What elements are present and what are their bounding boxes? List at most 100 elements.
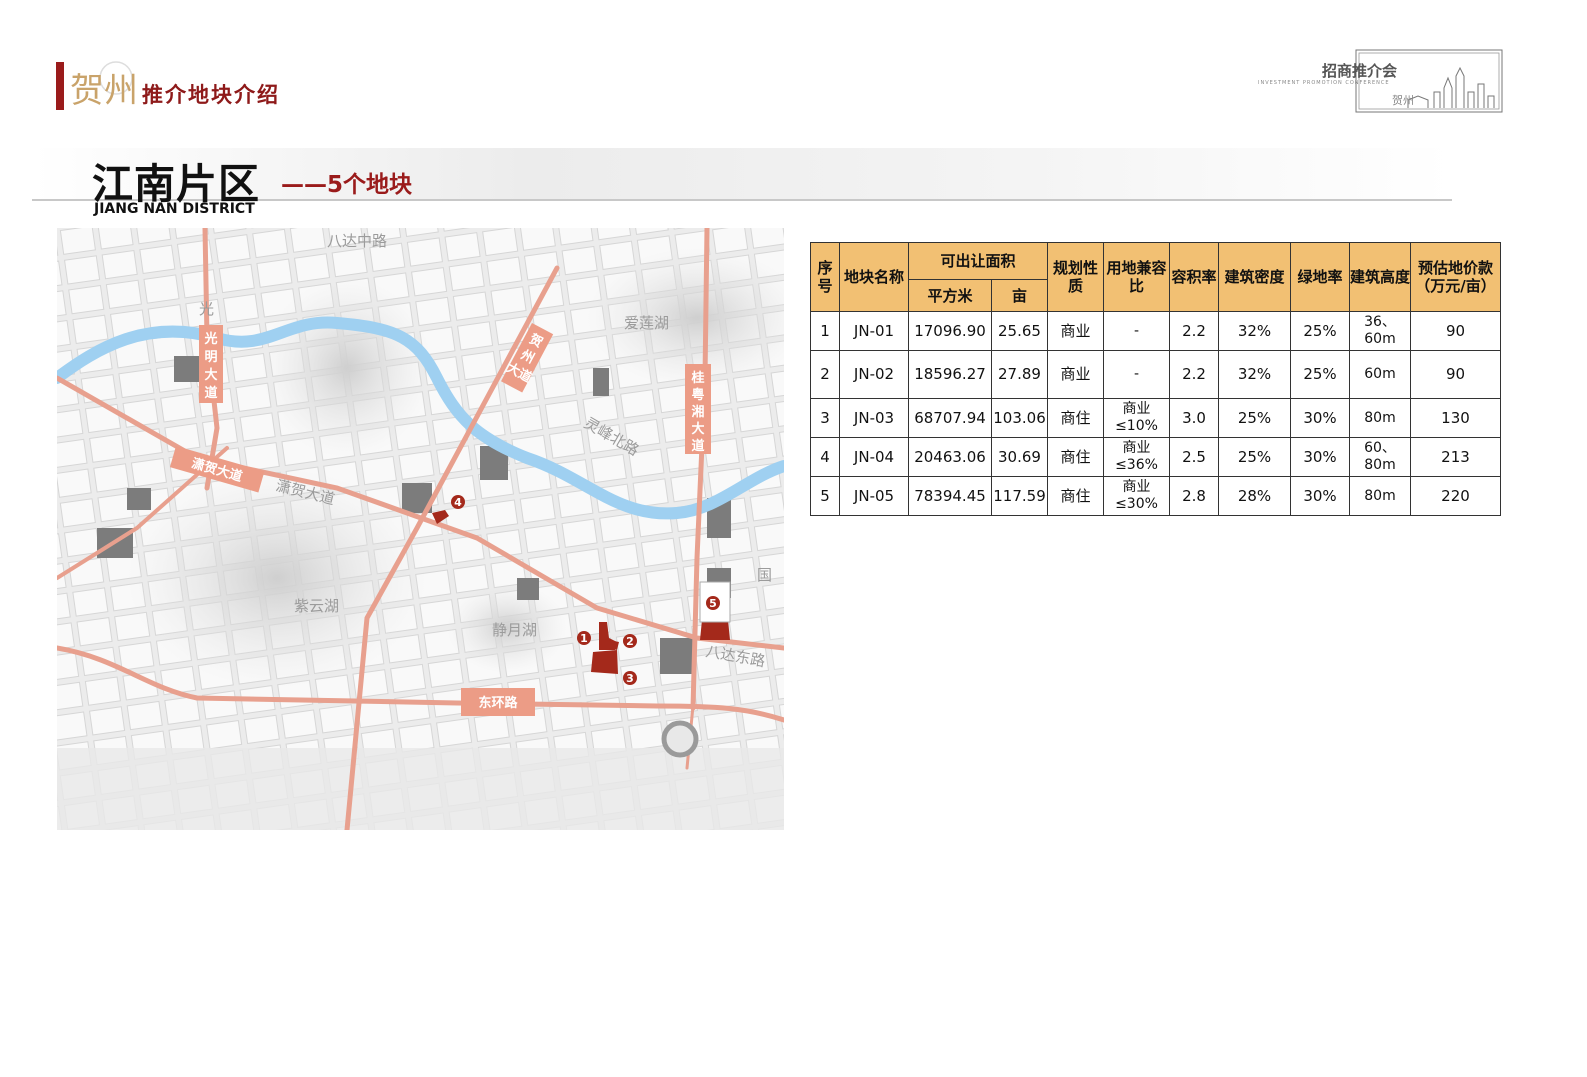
table-row: 5 JN-05 78394.45 117.59 商住 商业≤30% 2.8 28… xyxy=(810,476,1501,516)
hill-southwest xyxy=(127,468,427,688)
section-title-en: JIANG NAN DISTRICT xyxy=(94,201,255,217)
cell-green: 30% xyxy=(1290,398,1350,438)
svg-text:4: 4 xyxy=(454,496,462,509)
cell-height: 60、80m xyxy=(1349,437,1411,477)
cell-price: 213 xyxy=(1410,437,1501,477)
hill-central xyxy=(262,278,432,458)
cell-mixed: 商业≤30% xyxy=(1103,476,1170,516)
cell-use: 商住 xyxy=(1047,398,1104,438)
plot-marker-4: 4 xyxy=(451,495,465,509)
cell-green: 30% xyxy=(1290,437,1350,477)
cell-name: JN-04 xyxy=(839,437,909,477)
corner-subtitle: INVESTMENT PROMOTION CONFERENCE xyxy=(1258,80,1390,86)
cell-sqm: 68707.94 xyxy=(908,398,992,438)
label-bada-middle: 八达中路 xyxy=(327,232,387,250)
cell-use: 商业 xyxy=(1047,311,1104,351)
cell-sqm: 20463.06 xyxy=(908,437,992,477)
dark-block xyxy=(127,488,151,510)
dark-block xyxy=(174,356,200,382)
cell-index: 4 xyxy=(810,437,840,477)
cell-name: JN-03 xyxy=(839,398,909,438)
plot-jn05 xyxy=(700,620,730,640)
cell-height: 80m xyxy=(1349,398,1411,438)
table-row: 1 JN-01 17096.90 25.65 商业 - 2.2 32% 25% … xyxy=(810,311,1501,351)
cell-far: 2.2 xyxy=(1169,311,1219,351)
plot-marker-3: 3 xyxy=(623,671,637,685)
label-guo: 国 xyxy=(757,566,772,584)
cell-mixed: - xyxy=(1103,311,1170,351)
dark-block xyxy=(517,578,539,600)
cell-index: 5 xyxy=(810,476,840,516)
brand-caption: 推介地块介绍 xyxy=(142,82,280,107)
dark-block xyxy=(660,638,694,674)
cell-mixed: 商业≤10% xyxy=(1103,398,1170,438)
svg-text:桂粤湘大道: 桂粤湘大道 xyxy=(690,370,704,454)
section-subtitle: ——5个地块 xyxy=(281,172,413,198)
cell-name: JN-01 xyxy=(839,311,909,351)
cell-mu: 117.59 xyxy=(991,476,1048,516)
cell-density: 25% xyxy=(1218,437,1291,477)
header-height: 建筑高度 xyxy=(1349,242,1411,312)
plot-jn03 xyxy=(591,650,618,674)
dark-block xyxy=(593,368,609,396)
cell-index: 2 xyxy=(810,350,840,399)
cell-green: 25% xyxy=(1290,311,1350,351)
plot-marker-1: 1 xyxy=(577,631,591,645)
cell-height: 80m xyxy=(1349,476,1411,516)
header-mixed: 用地兼容比 xyxy=(1103,242,1170,312)
cell-far: 2.8 xyxy=(1169,476,1219,516)
cell-use: 商住 xyxy=(1047,476,1104,516)
cell-sqm: 17096.90 xyxy=(908,311,992,351)
cell-mu: 27.89 xyxy=(991,350,1048,399)
cell-green: 30% xyxy=(1290,476,1350,516)
cell-use: 商业 xyxy=(1047,350,1104,399)
plot-marker-5: 5 xyxy=(706,596,720,610)
cell-index: 3 xyxy=(810,398,840,438)
corner-title: 招商推介会 xyxy=(1322,62,1398,80)
header-density: 建筑密度 xyxy=(1218,242,1291,312)
plot-table: 序号 地块名称 可出让面积 规划性质 用地兼容比 容积率 建筑密度 绿地率 建筑… xyxy=(810,242,1501,516)
header-index: 序号 xyxy=(810,242,840,312)
cell-far: 2.2 xyxy=(1169,350,1219,399)
header-area-mu: 亩 xyxy=(991,279,1048,312)
cell-mixed: 商业≤36% xyxy=(1103,437,1170,477)
cell-far: 2.5 xyxy=(1169,437,1219,477)
cell-price: 220 xyxy=(1410,476,1501,516)
table-row: 4 JN-04 20463.06 30.69 商住 商业≤36% 2.5 25%… xyxy=(810,437,1501,477)
brand-bar xyxy=(56,62,64,110)
cell-density: 25% xyxy=(1218,398,1291,438)
cell-mu: 30.69 xyxy=(991,437,1048,477)
cell-density: 32% xyxy=(1218,350,1291,399)
cell-index: 1 xyxy=(810,311,840,351)
cell-price: 90 xyxy=(1410,350,1501,399)
cell-name: JN-02 xyxy=(839,350,909,399)
plot-marker-2: 2 xyxy=(623,634,637,648)
south-plain xyxy=(57,748,784,830)
road-label-guiyuexiang: 桂粤湘大道 xyxy=(685,364,711,454)
header-area-sqm: 平方米 xyxy=(908,279,992,312)
cell-price: 130 xyxy=(1410,398,1501,438)
label-ailian-lake: 爱莲湖 xyxy=(624,314,669,332)
road-label-guangming: 光明大道 xyxy=(199,325,223,403)
svg-text:东环路: 东环路 xyxy=(478,695,518,711)
cell-density: 32% xyxy=(1218,311,1291,351)
header-far: 容积率 xyxy=(1169,242,1219,312)
svg-text:2: 2 xyxy=(626,635,634,648)
roundabout xyxy=(661,720,699,758)
cell-mu: 103.06 xyxy=(991,398,1048,438)
cell-green: 25% xyxy=(1290,350,1350,399)
cell-density: 28% xyxy=(1218,476,1291,516)
table-row: 2 JN-02 18596.27 27.89 商业 - 2.2 32% 25% … xyxy=(810,350,1501,399)
header-price: 预估地价款（万元/亩） xyxy=(1410,242,1501,312)
header-green: 绿地率 xyxy=(1290,242,1350,312)
district-map[interactable]: 八达中路 爱莲湖 紫云湖 静月湖 潇贺大道 灵峰北路 光 国 八达东路 光明大道… xyxy=(57,228,784,830)
label-jingyue-lake: 静月湖 xyxy=(492,621,537,639)
brand-logo-text: 贺州 xyxy=(70,71,138,111)
cell-price: 90 xyxy=(1410,311,1501,351)
cell-height: 36、60m xyxy=(1349,311,1411,351)
road-label-donghuan: 东环路 xyxy=(461,688,535,716)
header-name: 地块名称 xyxy=(839,242,909,312)
cell-mu: 25.65 xyxy=(991,311,1048,351)
header-area-group: 可出让面积 xyxy=(908,242,1048,280)
svg-text:5: 5 xyxy=(709,597,717,610)
